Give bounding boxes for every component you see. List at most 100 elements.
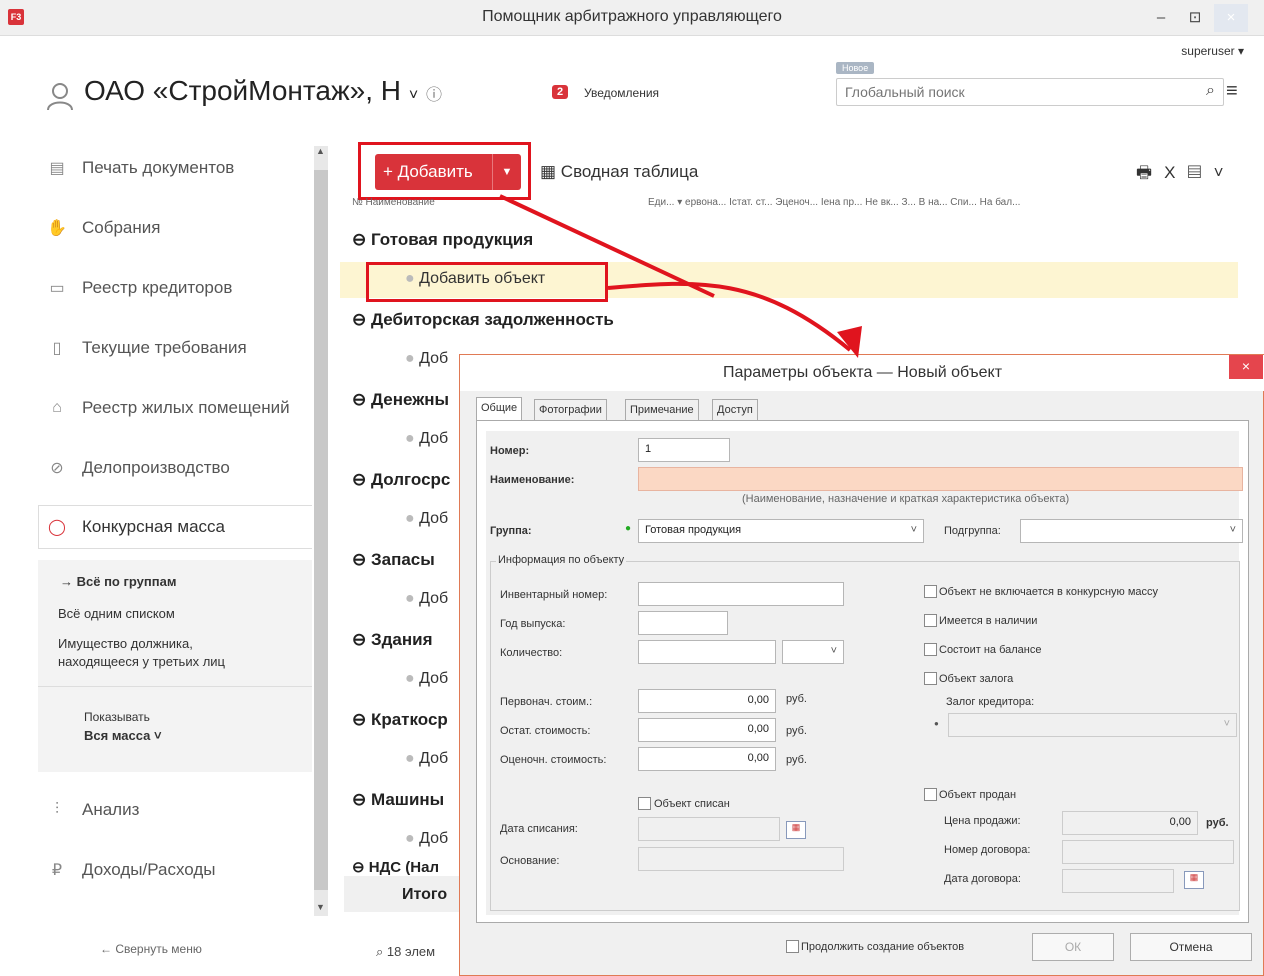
chevron-down-icon[interactable]: ˅ xyxy=(409,87,418,104)
group-row[interactable]: ⊖ Здания xyxy=(352,630,433,650)
group-row[interactable]: ⊖ Денежны xyxy=(352,390,449,410)
on-balance-checkbox[interactable] xyxy=(924,643,937,656)
sidebar-item-meetings[interactable]: ✋ Собрания xyxy=(44,208,314,248)
show-filter[interactable]: Вся масса ˅ xyxy=(84,728,334,743)
add-object-row[interactable]: ● Доб xyxy=(405,430,448,448)
add-object-row[interactable]: ● Доб xyxy=(405,590,448,608)
group-row[interactable]: ⊖ Запасы xyxy=(352,550,435,570)
sidebar-item-current-requirements[interactable]: ▯ Текущие требования xyxy=(44,328,314,368)
calendar-icon[interactable]: ▦ xyxy=(1184,871,1204,889)
sidebar-item-analysis[interactable]: ⫶ Анализ xyxy=(44,790,314,830)
sub-item-third-party[interactable]: Имущество должника, xyxy=(58,636,308,651)
sidebar-item-records[interactable]: ⊘ Делопроизводство xyxy=(44,448,314,488)
writeoff-date-field[interactable] xyxy=(638,817,780,841)
sidebar-item-income-expenses[interactable]: ₽ Доходы/Расходы xyxy=(44,850,314,890)
pivot-table-button[interactable]: ▦ Сводная таблица xyxy=(540,162,698,182)
dialog-close-button[interactable]: × xyxy=(1229,355,1263,379)
inventory-field[interactable] xyxy=(638,582,844,606)
pledge-creditor-select[interactable]: ˅ xyxy=(948,713,1237,737)
scroll-down-icon[interactable]: ▼ xyxy=(316,902,325,912)
calendar-icon[interactable]: ▦ xyxy=(786,821,806,839)
info-icon[interactable]: ⓘ xyxy=(426,87,442,104)
year-field[interactable] xyxy=(638,611,728,635)
tab-photos[interactable]: Фотографии xyxy=(534,399,607,421)
notifications-badge[interactable]: 2 xyxy=(552,85,569,99)
group-row[interactable]: ⊖ Машины xyxy=(352,790,444,810)
notifications-link[interactable]: Уведомления xyxy=(584,86,659,100)
subgroup-label: Подгруппа: xyxy=(944,525,1001,537)
group-label: Группа: xyxy=(490,525,532,537)
rub-label: руб. xyxy=(786,693,807,705)
contract-date-field[interactable] xyxy=(1062,869,1174,893)
residual-cost-field[interactable]: 0,00 xyxy=(638,718,776,742)
basis-label: Основание: xyxy=(500,855,560,867)
sidebar-item-print-documents[interactable]: ▤ Печать документов xyxy=(44,148,314,188)
number-field[interactable]: 1 xyxy=(638,438,730,462)
collapse-menu-button[interactable]: ← Свернуть меню xyxy=(100,942,202,956)
sub-item-third-party-cont[interactable]: находящееся у третьих лиц xyxy=(58,654,308,669)
group-row[interactable]: ⊖ Дебиторская задолженность xyxy=(352,310,614,330)
written-off-label: Объект списан xyxy=(654,798,730,810)
required-dot-icon: ● xyxy=(934,719,939,728)
subgroup-select[interactable]: ˅ xyxy=(1020,519,1243,543)
sold-checkbox[interactable] xyxy=(924,788,937,801)
add-object-row[interactable]: ● Доб xyxy=(405,750,448,768)
search-input[interactable] xyxy=(845,84,1185,100)
continue-creating-checkbox[interactable] xyxy=(786,940,799,953)
sub-item-by-groups[interactable]: → Всё по группам xyxy=(60,574,310,589)
contract-no-field[interactable] xyxy=(1062,840,1234,864)
written-off-checkbox[interactable] xyxy=(638,797,651,810)
ok-button[interactable]: ОК xyxy=(1032,933,1114,961)
chevron-down-icon: ˅ xyxy=(910,524,917,536)
scroll-up-icon[interactable]: ▲ xyxy=(316,146,325,156)
object-parameters-dialog: Параметры объекта — Новый объект × Общие… xyxy=(459,354,1264,976)
scrollbar-thumb[interactable] xyxy=(314,170,328,890)
document-icon: ▤ xyxy=(49,160,65,177)
sub-item-single-list[interactable]: Всё одним списком xyxy=(58,606,308,621)
maximize-button[interactable]: ⊡ xyxy=(1178,4,1212,32)
hamburger-menu-icon[interactable]: ≡ xyxy=(1226,80,1238,103)
group-row[interactable]: ⊖ Готовая продукция xyxy=(352,230,533,250)
tab-general[interactable]: Общие xyxy=(476,397,523,421)
basis-field[interactable] xyxy=(638,847,844,871)
new-tag: Новое xyxy=(836,62,875,74)
sale-price-field[interactable]: 0,00 xyxy=(1062,811,1198,835)
pledge-checkbox[interactable] xyxy=(924,672,937,685)
name-field[interactable] xyxy=(638,467,1243,491)
add-object-row[interactable]: ● Доб xyxy=(405,350,448,368)
user-menu[interactable]: superuser ▾ xyxy=(1181,44,1244,58)
initial-cost-field[interactable]: 0,00 xyxy=(638,689,776,713)
on-balance-label: Состоит на балансе xyxy=(939,644,1042,656)
group-row[interactable]: ⊖ Краткоср xyxy=(352,710,448,730)
appraised-cost-field[interactable]: 0,00 xyxy=(638,747,776,771)
add-object-row[interactable]: ● Доб xyxy=(405,670,448,688)
available-checkbox[interactable] xyxy=(924,614,937,627)
group-row[interactable]: ⊖ Долгосрс xyxy=(352,470,450,490)
search-icon[interactable]: ⌕ xyxy=(1206,82,1215,100)
name-hint: (Наименование, назначение и краткая хара… xyxy=(742,493,1070,505)
quantity-label: Количество: xyxy=(500,647,563,659)
export-icon[interactable]: ▤˅ xyxy=(1187,163,1235,182)
add-object-row[interactable]: ● Доб xyxy=(405,510,448,528)
excel-icon[interactable]: X xyxy=(1164,163,1187,182)
name-label: Наименование: xyxy=(490,474,575,486)
quantity-field[interactable] xyxy=(638,640,776,664)
org-title[interactable]: ОАО «СтройМонтаж», Н ˅ ⓘ xyxy=(84,75,442,107)
tab-notes[interactable]: Примечание xyxy=(625,399,699,421)
toolbar-icons[interactable]: 🖶X▤˅ xyxy=(1136,160,1236,189)
tab-access[interactable]: Доступ xyxy=(712,399,758,421)
sidebar-item-housing[interactable]: ⌂ Реестр жилых помещений xyxy=(44,388,314,428)
cancel-button[interactable]: Отмена xyxy=(1130,933,1252,961)
sidebar-item-bankruptcy-estate[interactable]: ◯ Конкурсная масса xyxy=(44,507,314,547)
print-icon[interactable]: 🖶 xyxy=(1136,163,1164,182)
group-select[interactable]: Готовая продукция ˅ xyxy=(638,519,924,543)
close-window-button[interactable]: × xyxy=(1214,4,1248,32)
info-section-title: Информация по объекту xyxy=(496,554,627,566)
sidebar-item-creditors[interactable]: ▭ Реестр кредиторов xyxy=(44,268,314,308)
global-search[interactable]: ⌕ xyxy=(836,78,1224,106)
unit-select[interactable]: ˅ xyxy=(782,640,844,664)
minimize-button[interactable]: – xyxy=(1144,4,1178,32)
group-row[interactable]: ⊖ НДС (Нал xyxy=(352,858,439,876)
excluded-checkbox[interactable] xyxy=(924,585,937,598)
add-object-row[interactable]: ● Доб xyxy=(405,830,448,848)
